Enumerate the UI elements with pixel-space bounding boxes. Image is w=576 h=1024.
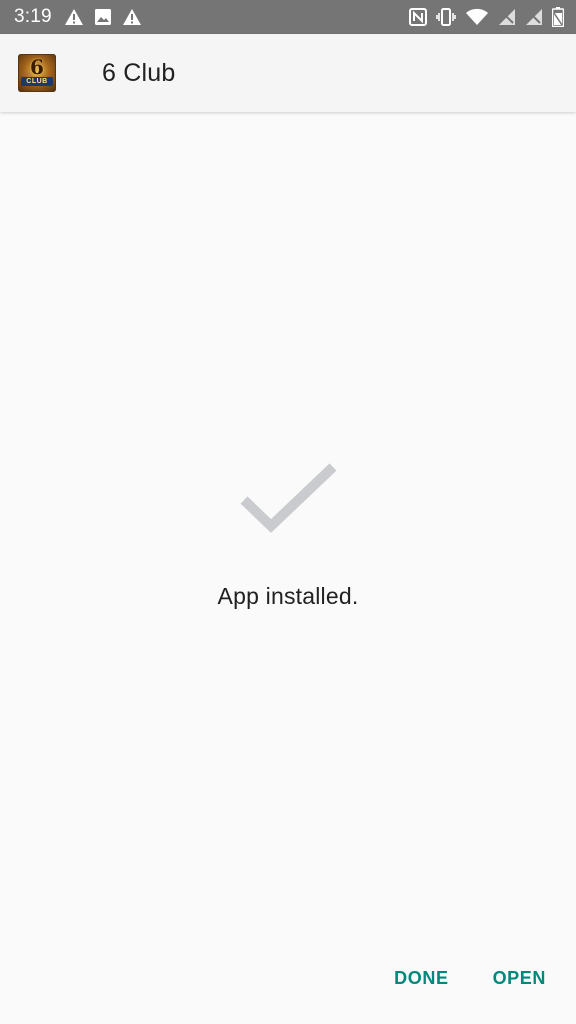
nfc-icon (409, 8, 427, 26)
install-status-message: App installed. (217, 583, 359, 609)
signal-icon (525, 8, 543, 26)
app-icon-number: 6 (30, 55, 44, 79)
done-button[interactable]: DONE (380, 958, 462, 999)
battery-icon (552, 7, 564, 27)
status-notification-icons (64, 8, 142, 26)
warning-icon (122, 8, 142, 26)
status-system-icons (409, 7, 564, 27)
app-bar: 6 CLUB 6 Club (0, 34, 576, 112)
app-title: 6 Club (102, 58, 176, 87)
app-icon-label: CLUB (21, 77, 53, 86)
open-button[interactable]: OPEN (479, 958, 560, 999)
app-icon: 6 CLUB (18, 54, 56, 92)
warning-icon (64, 8, 84, 26)
image-icon (94, 8, 112, 26)
dialog-actions: DONE OPEN (380, 958, 560, 999)
status-time: 3:19 (14, 6, 52, 27)
install-complete-screen: 3:19 6 CLUB 6 Club App installed. DONE O… (0, 0, 576, 1024)
checkmark-icon (240, 463, 337, 533)
vibrate-icon (436, 8, 456, 26)
wifi-icon (465, 8, 489, 26)
status-bar: 3:19 (0, 0, 576, 34)
signal-icon (498, 8, 516, 26)
